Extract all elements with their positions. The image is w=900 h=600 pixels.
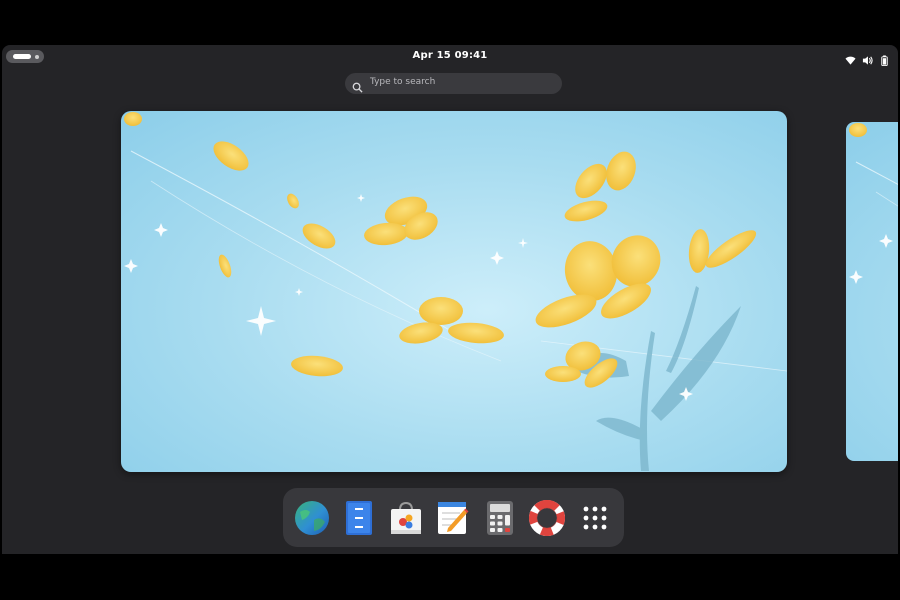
search-placeholder: Type to search — [370, 77, 436, 87]
dock-software[interactable] — [386, 498, 426, 538]
dock-show-apps[interactable] — [575, 498, 615, 538]
wallpaper-image — [121, 111, 787, 472]
app-grid-icon — [582, 505, 608, 531]
top-bar: Apr 15 09:41 — [2, 45, 898, 67]
system-status-area[interactable] — [845, 50, 890, 66]
dock-files[interactable] — [339, 498, 379, 538]
shopping-bag-icon — [388, 500, 424, 536]
dock-text-editor[interactable] — [433, 498, 473, 538]
dash — [283, 488, 624, 547]
notepad-pencil-icon — [436, 500, 470, 536]
volume-icon — [862, 51, 873, 65]
dock-calculator[interactable] — [480, 498, 520, 538]
dock-help[interactable] — [527, 498, 567, 538]
search-entry[interactable]: Type to search — [345, 73, 562, 94]
globe-icon — [294, 500, 330, 536]
dock-web-browser[interactable] — [292, 498, 332, 538]
wallpaper-image-next — [846, 122, 898, 461]
battery-icon — [879, 51, 890, 66]
workspace-thumbnail-active[interactable] — [121, 111, 787, 472]
clock[interactable]: Apr 15 09:41 — [2, 50, 898, 61]
file-cabinet-icon — [344, 500, 374, 536]
wifi-icon — [845, 51, 856, 65]
lifebuoy-icon — [529, 500, 565, 536]
calculator-icon — [485, 500, 515, 536]
workspace-thumbnail-next[interactable] — [846, 122, 898, 461]
search-icon — [352, 78, 363, 93]
overview-screen: Apr 15 09:41 Type to search — [2, 45, 898, 554]
